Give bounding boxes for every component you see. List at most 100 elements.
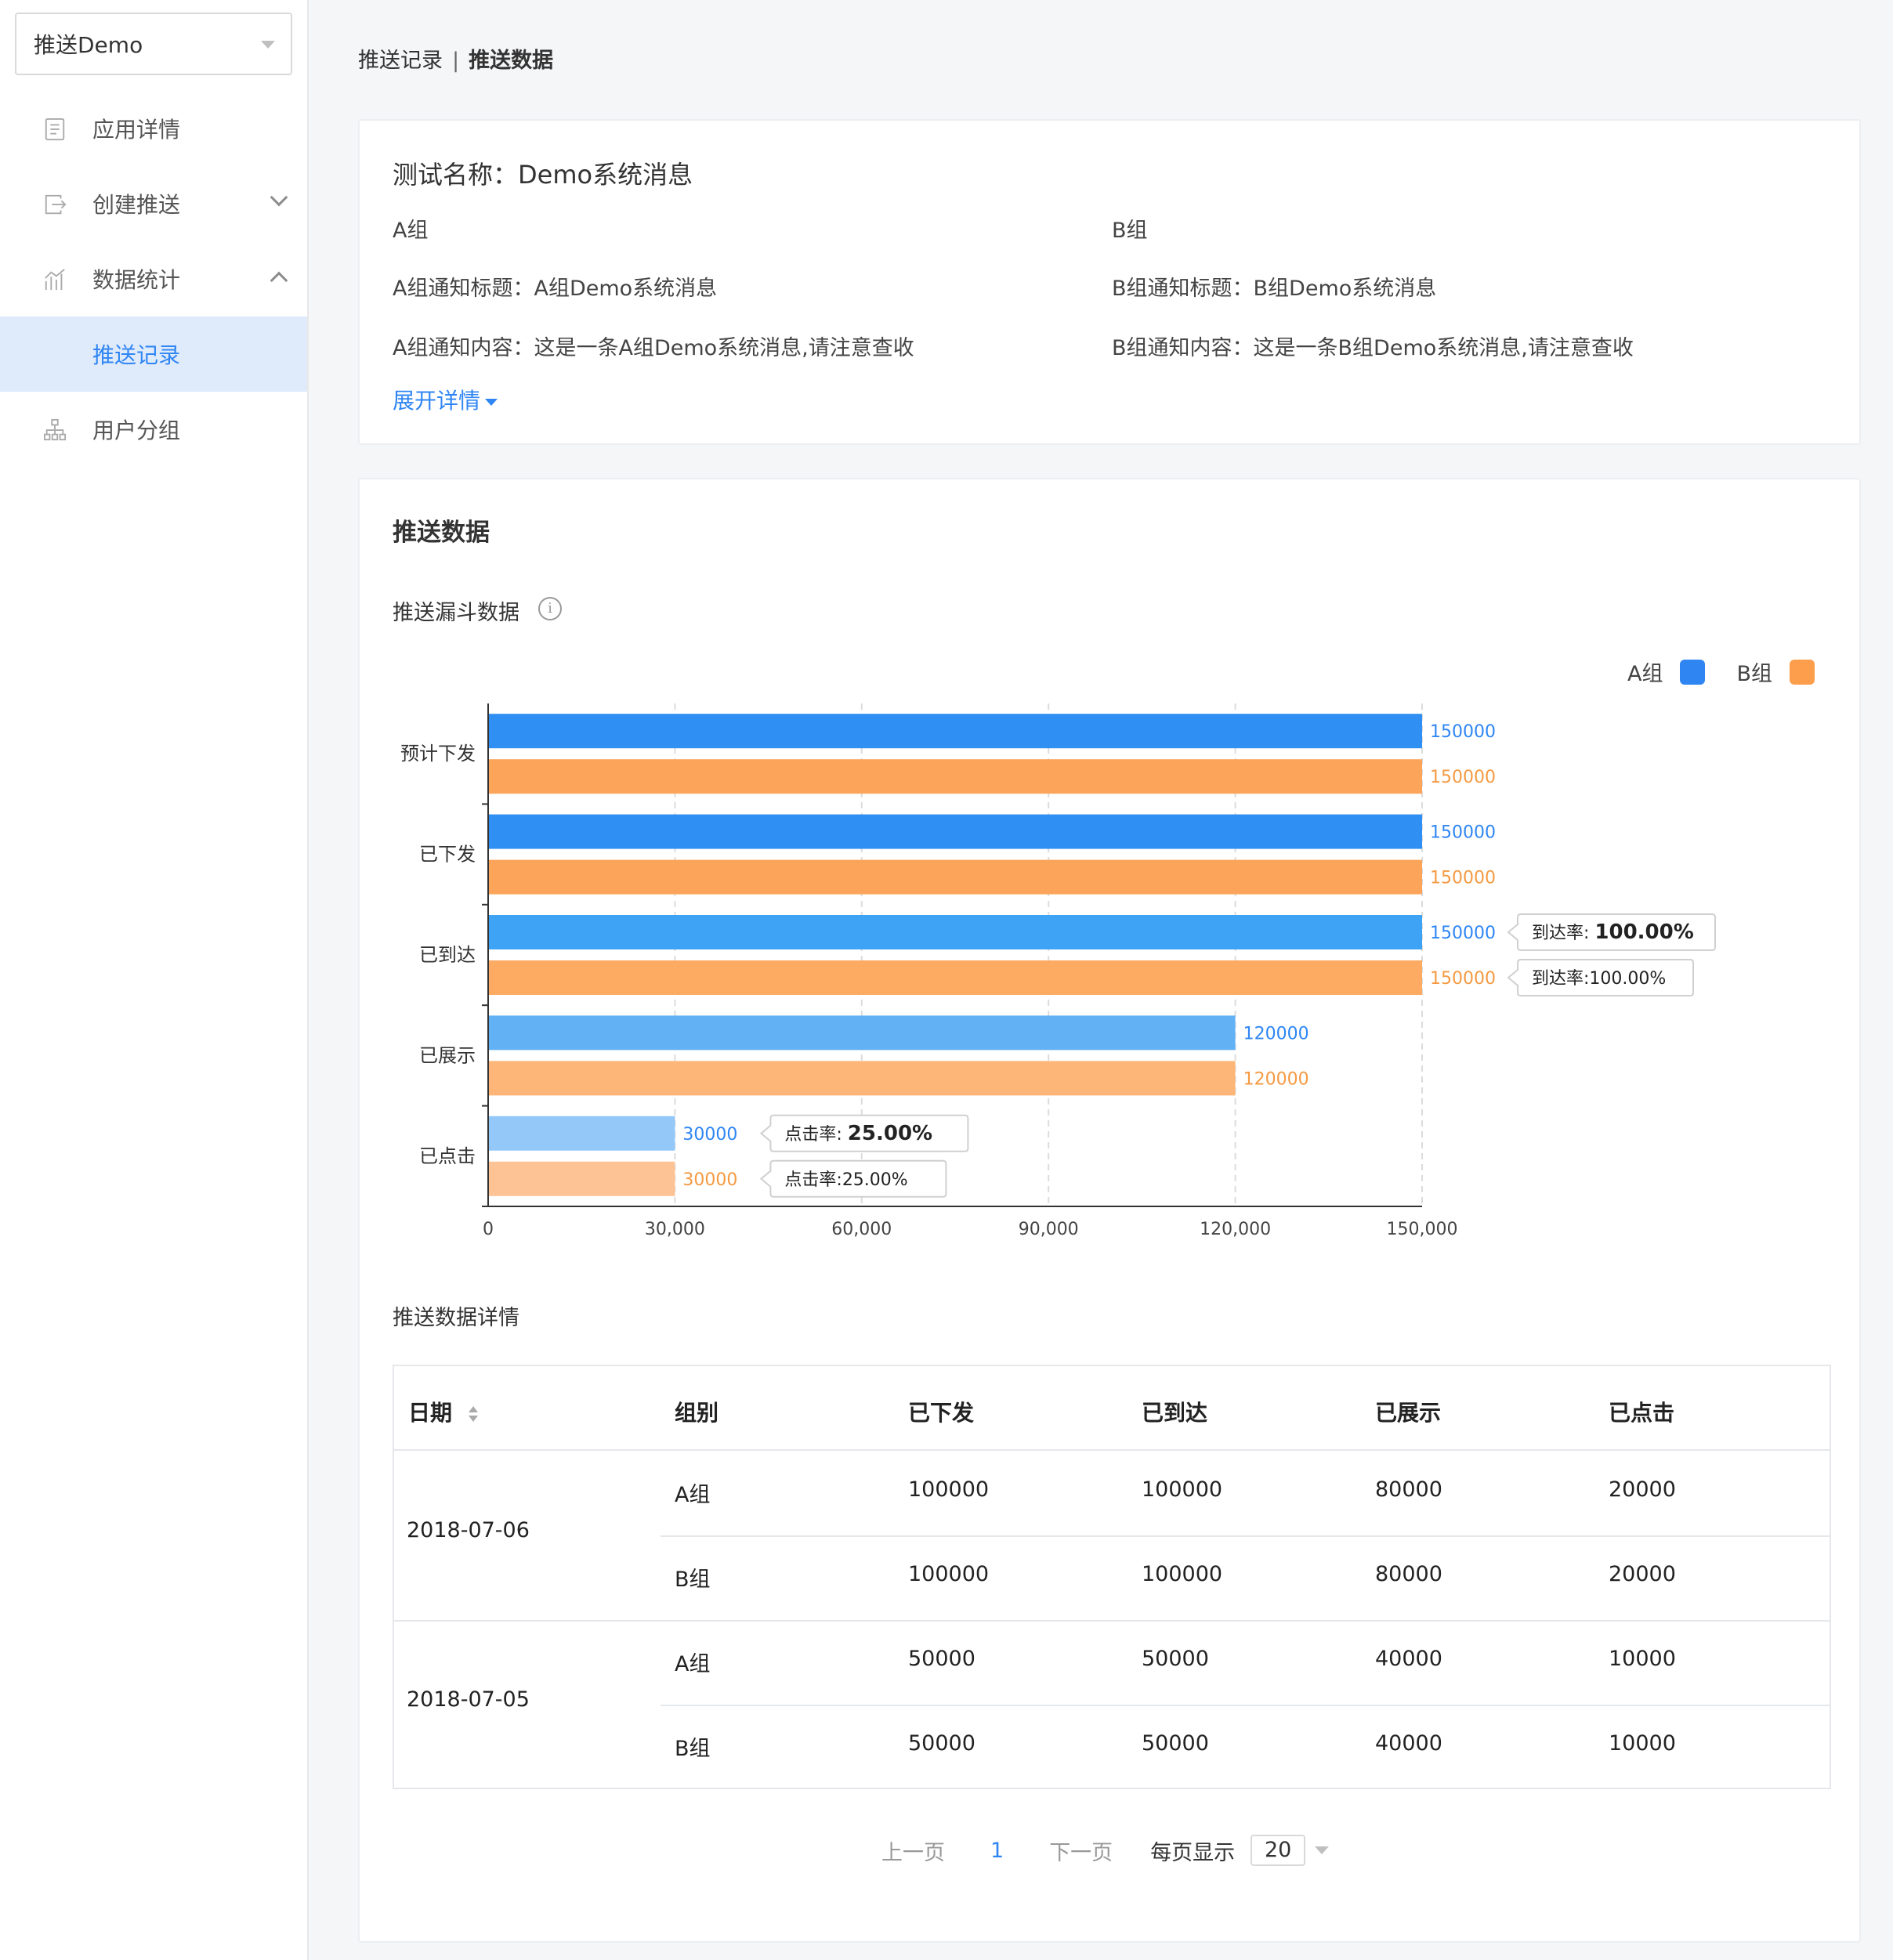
tooltip-text: 点击率:25.00% bbox=[784, 1170, 907, 1190]
sidebar-item-label: 应用详情 bbox=[92, 117, 181, 143]
bar-a bbox=[489, 915, 1422, 949]
bar-value-label: 150000 bbox=[1430, 823, 1496, 843]
sidebar-item-user-groups[interactable]: 用户分组 bbox=[0, 392, 307, 467]
page-number-current[interactable]: 1 bbox=[990, 1839, 1004, 1863]
sidebar-item-create-push[interactable]: 创建推送 bbox=[0, 166, 307, 241]
breadcrumb: 推送记录 | 推送数据 bbox=[358, 43, 553, 74]
expand-details-link[interactable]: 展开详情 bbox=[393, 384, 498, 415]
caret-down-icon bbox=[261, 41, 275, 49]
org-chart-icon bbox=[43, 418, 67, 441]
push-data-card: 推送数据 推送漏斗数据 i A组 B组 0 30,000 60,000 90,000 1… bbox=[358, 478, 1861, 1943]
bar-b bbox=[489, 1061, 1236, 1096]
table-cell: 80000 bbox=[1375, 1477, 1442, 1502]
sidebar-item-push-records[interactable]: 推送记录 bbox=[0, 316, 307, 392]
rate-tooltip: 点击率:25.00% bbox=[759, 1159, 947, 1198]
bar-a bbox=[489, 1015, 1236, 1051]
table-cell: 100000 bbox=[908, 1562, 990, 1586]
table-cell: 40000 bbox=[1375, 1731, 1442, 1756]
table-cell: 50000 bbox=[908, 1731, 975, 1756]
test-name: 测试名称：Demo系统消息 bbox=[393, 160, 693, 190]
bar-value-label: 30000 bbox=[682, 1170, 737, 1190]
x-tick-label: 90,000 bbox=[1019, 1220, 1079, 1239]
sidebar-item-label: 用户分组 bbox=[92, 418, 181, 443]
table-cell: 100000 bbox=[1142, 1477, 1223, 1502]
sidebar-item-data-stats[interactable]: 数据统计 bbox=[0, 241, 307, 316]
tooltip-text: 点击率: 25.00% bbox=[784, 1122, 932, 1145]
rate-tooltip: 到达率: 100.00% bbox=[1507, 913, 1716, 951]
group-b-notify-title: B组通知标题：B组Demo系统消息 bbox=[1112, 277, 1437, 301]
column-header-clicked: 已点击 bbox=[1609, 1400, 1675, 1426]
breadcrumb-parent[interactable]: 推送记录 bbox=[358, 49, 443, 73]
column-header-label: 日期 bbox=[408, 1400, 453, 1426]
page-size-select[interactable]: 20 bbox=[1251, 1835, 1306, 1866]
column-header-arrived: 已到达 bbox=[1142, 1400, 1208, 1426]
bar-a bbox=[489, 714, 1422, 749]
group-a-notify-content: A组通知内容：这是一条A组Demo系统消息,请注意查收 bbox=[393, 336, 914, 360]
bar-value-label: 150000 bbox=[1430, 924, 1496, 943]
group-a-notify-title: A组通知标题：A组Demo系统消息 bbox=[393, 277, 718, 301]
sidebar-item-label: 数据统计 bbox=[92, 267, 181, 293]
x-tick-label: 30,000 bbox=[645, 1220, 705, 1239]
table-cell: 20000 bbox=[1609, 1477, 1676, 1502]
bar-value-label: 150000 bbox=[1430, 869, 1496, 888]
app-select-value: 推送Demo bbox=[34, 32, 143, 58]
category-label: 已下发 bbox=[419, 844, 476, 866]
table-title: 推送数据详情 bbox=[393, 1306, 519, 1330]
table-cell: A组 bbox=[675, 1483, 711, 1507]
tooltip-text: 到达率: 100.00% bbox=[1532, 920, 1694, 944]
group-divider bbox=[394, 1620, 1830, 1622]
table-cell: 40000 bbox=[1375, 1647, 1442, 1671]
table-cell: 20000 bbox=[1609, 1562, 1676, 1586]
pagination: 上一页 1 下一页 每页显示 20 bbox=[881, 1835, 1330, 1866]
bar-a bbox=[489, 814, 1422, 849]
next-page-button[interactable]: 下一页 bbox=[1049, 1835, 1113, 1866]
table-cell: 50000 bbox=[908, 1647, 975, 1671]
sort-icon[interactable] bbox=[468, 1404, 479, 1424]
sidebar-item-app-details[interactable]: 应用详情 bbox=[0, 91, 307, 166]
column-header-shown: 已展示 bbox=[1375, 1400, 1442, 1426]
bar-chart-icon bbox=[45, 269, 65, 291]
caret-down-icon bbox=[485, 398, 498, 406]
table-cell: B组 bbox=[675, 1568, 711, 1592]
table-cell: B组 bbox=[675, 1737, 711, 1761]
bar-b bbox=[489, 759, 1422, 794]
page-size-label: 每页显示 bbox=[1150, 1840, 1236, 1865]
x-tick-label: 60,000 bbox=[831, 1220, 892, 1239]
bar-b bbox=[489, 1161, 675, 1196]
column-header-date[interactable]: 日期 bbox=[408, 1396, 479, 1427]
category-label: 已点击 bbox=[419, 1145, 476, 1167]
caret-down-icon[interactable] bbox=[1315, 1846, 1330, 1854]
breadcrumb-separator: | bbox=[452, 49, 460, 73]
rate-tooltip: 到达率:100.00% bbox=[1507, 959, 1694, 996]
test-info-card: 测试名称：Demo系统消息 A组 B组 A组通知标题：A组Demo系统消息 B组… bbox=[358, 119, 1861, 445]
bar-value-label: 150000 bbox=[1430, 722, 1496, 742]
sidebar-item-label: 推送记录 bbox=[92, 342, 181, 368]
group-b-notify-content: B组通知内容：这是一条B组Demo系统消息,请注意查收 bbox=[1112, 336, 1634, 360]
rate-tooltip: 点击率: 25.00% bbox=[759, 1114, 969, 1152]
table-cell-date: 2018-07-05 bbox=[407, 1687, 530, 1712]
bar-value-label: 150000 bbox=[1430, 768, 1496, 787]
prev-page-button[interactable]: 上一页 bbox=[881, 1835, 945, 1866]
expand-details-label: 展开详情 bbox=[393, 388, 481, 414]
table-header: 日期 组别 已下发 已到达 已展示 已点击 bbox=[394, 1366, 1830, 1451]
document-icon bbox=[45, 118, 65, 141]
x-tick-label: 120,000 bbox=[1200, 1220, 1271, 1239]
table-cell: 10000 bbox=[1609, 1731, 1676, 1756]
sidebar: 推送Demo 应用详情 创建推送 数据统计 推送记录 用户分组 bbox=[0, 0, 309, 1960]
column-header-group: 组别 bbox=[675, 1400, 719, 1426]
column-header-sent: 已下发 bbox=[908, 1400, 975, 1426]
table-cell: 50000 bbox=[1142, 1647, 1209, 1671]
funnel-chart: 0 30,000 60,000 90,000 120,000 150,000 预计下发 150… bbox=[400, 703, 1716, 1239]
group-a-title: A组 bbox=[393, 219, 429, 243]
bar-value-label: 30000 bbox=[682, 1125, 737, 1145]
group-b-title: B组 bbox=[1112, 219, 1148, 243]
bar-b bbox=[489, 859, 1422, 895]
push-data-table: 日期 组别 已下发 已到达 已展示 已点击 2018-07-06 A组 1000… bbox=[393, 1365, 1831, 1789]
chevron-down-icon bbox=[270, 188, 288, 207]
chevron-up-icon bbox=[270, 271, 288, 290]
app-select-dropdown[interactable]: 推送Demo bbox=[15, 13, 292, 75]
category-label: 预计下发 bbox=[400, 743, 476, 765]
table-cell: 100000 bbox=[908, 1477, 990, 1502]
row-divider bbox=[661, 1705, 1830, 1706]
table-cell: A组 bbox=[675, 1652, 711, 1676]
